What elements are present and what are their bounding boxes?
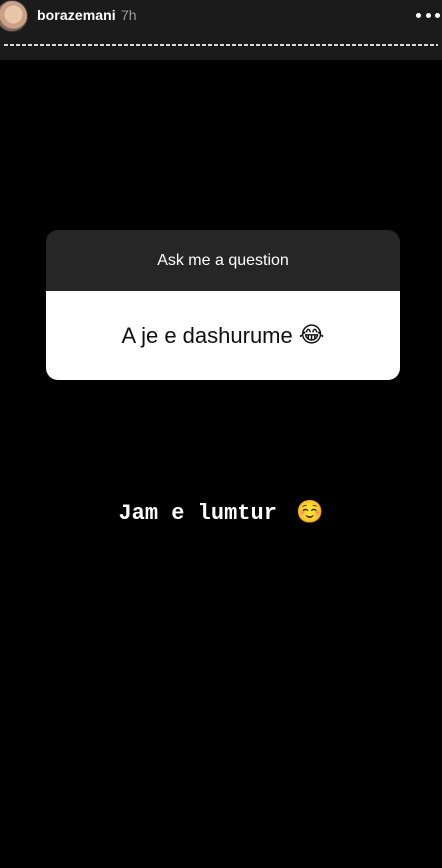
profile-avatar[interactable]	[0, 0, 28, 32]
question-sticker-body: A je e dashurume 😂	[46, 291, 400, 380]
smiling-emoji-icon: ☺️	[296, 500, 324, 525]
username[interactable]: borazemani	[37, 7, 116, 23]
question-sticker: Ask me a question A je e dashurume 😂	[46, 230, 400, 380]
question-text: A je e dashurume	[121, 322, 293, 348]
answer-text: Jam e lumtur	[118, 501, 277, 526]
story-header: borazemani 7h	[0, 0, 442, 60]
question-sticker-title: Ask me a question	[46, 230, 400, 291]
laughing-emoji-icon: 😂	[298, 323, 325, 348]
dot-icon	[416, 12, 421, 18]
dot-icon	[435, 12, 440, 18]
dot-icon	[425, 12, 431, 18]
answer-text-block: Jam e lumtur ☺️	[0, 500, 442, 526]
story-progress-bar	[4, 44, 438, 46]
post-time: 7h	[121, 7, 137, 23]
more-options-icon[interactable]	[416, 8, 440, 22]
